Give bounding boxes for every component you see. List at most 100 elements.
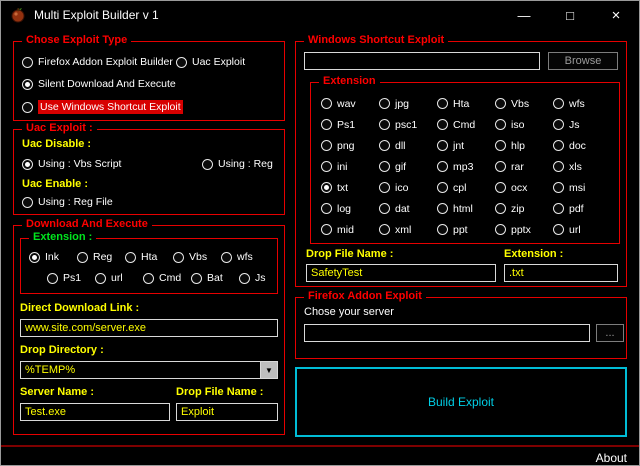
radio-wfs[interactable]: wfs — [221, 251, 269, 263]
radio-dot — [437, 98, 448, 109]
radio-ico[interactable]: ico — [379, 182, 437, 194]
radio-pdf[interactable]: pdf — [553, 203, 611, 215]
radio-ppt[interactable]: ppt — [437, 224, 495, 236]
radio-label: Hta — [141, 251, 158, 263]
radio-rar[interactable]: rar — [495, 161, 553, 173]
radio-xml[interactable]: xml — [379, 224, 437, 236]
radio-hlp[interactable]: hlp — [495, 140, 553, 152]
shortcut-file-input[interactable] — [304, 52, 540, 70]
app-window: Multi Exploit Builder v 1 — □ × Chose Ex… — [0, 0, 640, 466]
radio-label: dat — [395, 202, 410, 215]
radio-uac-exploit[interactable]: Uac Exploit — [176, 56, 245, 68]
radio-using-reg[interactable]: Using : Reg — [202, 158, 273, 170]
radio-dot — [95, 272, 106, 284]
radio-silent-download-and-execute[interactable]: Silent Download And Execute — [22, 78, 176, 90]
radio-wav[interactable]: wav — [321, 98, 379, 110]
browse-button[interactable]: Browse — [548, 52, 618, 70]
radio-Ink[interactable]: Ink — [29, 251, 77, 263]
radio-Vbs[interactable]: Vbs — [495, 98, 553, 110]
group-title: Windows Shortcut Exploit — [304, 34, 449, 46]
maximize-button[interactable]: □ — [547, 1, 593, 29]
radio-Ps1[interactable]: Ps1 — [47, 272, 95, 284]
radio-Reg[interactable]: Reg — [77, 251, 125, 263]
radio-ini[interactable]: ini — [321, 161, 379, 173]
radio-dot — [553, 224, 564, 235]
radio-png[interactable]: png — [321, 140, 379, 152]
radio-Vbs[interactable]: Vbs — [173, 251, 221, 263]
firefox-server-input[interactable] — [304, 324, 590, 342]
radio-dot — [321, 224, 332, 235]
radio-dot — [437, 140, 448, 151]
radio-log[interactable]: log — [321, 203, 379, 215]
radio-iso[interactable]: iso — [495, 119, 553, 131]
shortcut-extension-input[interactable] — [504, 264, 618, 282]
radio-wfs[interactable]: wfs — [553, 98, 611, 110]
radio-dot — [22, 196, 33, 208]
de-drop-file-name-input[interactable] — [176, 403, 278, 421]
close-button[interactable]: × — [593, 1, 639, 29]
radio-xls[interactable]: xls — [553, 161, 611, 173]
radio-Js[interactable]: Js — [239, 272, 287, 284]
uac-enable-label: Uac Enable : — [22, 178, 89, 190]
radio-dot — [29, 251, 40, 263]
radio-Ps1[interactable]: Ps1 — [321, 119, 379, 131]
group-title: Firefox Addon Exploit — [304, 290, 426, 302]
radio-label: Js — [255, 272, 266, 284]
shortcut-drop-file-input[interactable] — [306, 264, 496, 282]
radio-dot — [495, 119, 506, 130]
radio-Cmd[interactable]: Cmd — [437, 119, 495, 131]
radio-jpg[interactable]: jpg — [379, 98, 437, 110]
radio-dot — [437, 182, 448, 193]
radio-label: xml — [395, 223, 412, 236]
radio-txt[interactable]: txt — [321, 182, 379, 194]
de-drop-file-name-label: Drop File Name : — [176, 386, 264, 398]
radio-dot — [495, 161, 506, 172]
radio-zip[interactable]: zip — [495, 203, 553, 215]
radio-cpl[interactable]: cpl — [437, 182, 495, 194]
minimize-button[interactable]: — — [501, 1, 547, 29]
about-link[interactable]: About — [596, 451, 627, 465]
radio-label: hlp — [511, 139, 526, 152]
radio-gif[interactable]: gif — [379, 161, 437, 173]
radio-dll[interactable]: dll — [379, 140, 437, 152]
radio-dat[interactable]: dat — [379, 203, 437, 215]
server-name-input[interactable] — [20, 403, 170, 421]
drop-directory-select[interactable]: %TEMP% ▼ — [20, 361, 278, 379]
build-exploit-button[interactable]: Build Exploit — [295, 367, 627, 437]
radio-label: Firefox Addon Exploit Builder — [38, 56, 173, 68]
dropdown-arrow-icon[interactable]: ▼ — [260, 362, 277, 378]
radio-ocx[interactable]: ocx — [495, 182, 553, 194]
radio-dot — [495, 182, 506, 193]
radio-Bat[interactable]: Bat — [191, 272, 239, 284]
radio-Hta[interactable]: Hta — [125, 251, 173, 263]
direct-download-link-input[interactable] — [20, 319, 278, 337]
radio-label: rar — [511, 160, 524, 173]
radio-Cmd[interactable]: Cmd — [143, 272, 191, 284]
radio-dot — [495, 98, 506, 109]
radio-mp3[interactable]: mp3 — [437, 161, 495, 173]
radio-doc[interactable]: doc — [553, 140, 611, 152]
radio-using-vbs-script[interactable]: Using : Vbs Script — [22, 158, 121, 170]
radio-using-reg-file[interactable]: Using : Reg File — [22, 196, 113, 208]
radio-url[interactable]: url — [553, 224, 611, 236]
radio-use-windows-shortcut-exploit[interactable]: Use Windows Shortcut Exploit — [22, 100, 183, 114]
radio-mid[interactable]: mid — [321, 224, 379, 236]
firefox-browse-button[interactable]: ... — [596, 324, 624, 342]
radio-Hta[interactable]: Hta — [437, 98, 495, 110]
radio-Js[interactable]: Js — [553, 119, 611, 131]
radio-html[interactable]: html — [437, 203, 495, 215]
radio-jnt[interactable]: jnt — [437, 140, 495, 152]
radio-label: Ps1 — [337, 118, 356, 131]
radio-psc1[interactable]: psc1 — [379, 119, 437, 131]
radio-msi[interactable]: msi — [553, 182, 611, 194]
radio-url[interactable]: url — [95, 272, 143, 284]
radio-pptx[interactable]: pptx — [495, 224, 553, 236]
radio-dot — [495, 140, 506, 151]
window-controls: — □ × — [501, 1, 639, 29]
shortcut-extension-label: Extension : — [504, 248, 564, 260]
group-title: Extension — [319, 75, 380, 87]
radio-label: Ink — [45, 251, 60, 263]
radio-firefox-addon-exploit-builder[interactable]: Firefox Addon Exploit Builder — [22, 56, 173, 68]
radio-label: Use Windows Shortcut Exploit — [38, 100, 183, 114]
radio-label: jpg — [395, 97, 410, 110]
